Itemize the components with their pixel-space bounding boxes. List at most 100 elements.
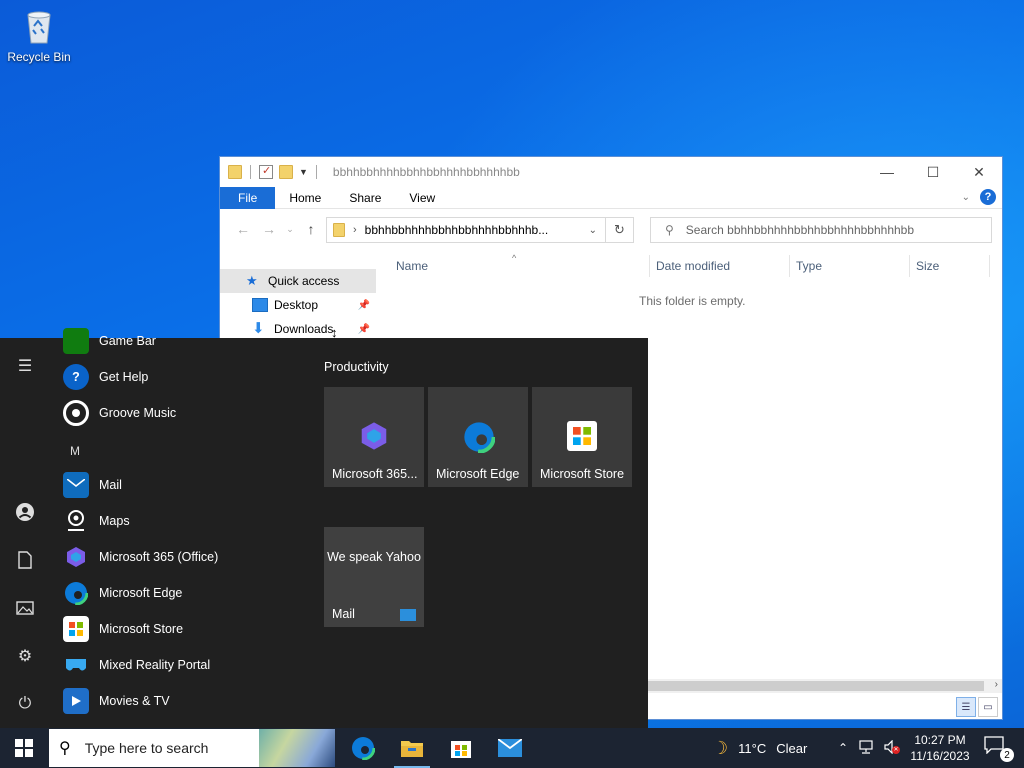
tile-group-title[interactable]: Productivity (324, 360, 389, 374)
nav-label: Desktop (274, 298, 319, 312)
help-icon[interactable]: ? (980, 189, 996, 205)
folder-search-placeholder: Search bbhhbbhhhhbbhhbbhhhhbbhhhhbb (685, 223, 915, 237)
forward-arrow-icon[interactable]: → (256, 221, 282, 237)
up-arrow-icon[interactable]: ↑ (298, 221, 324, 237)
list-item-mail[interactable]: Mail (60, 467, 122, 503)
app-label: Get Help (99, 370, 149, 384)
taskbar-file-explorer[interactable] (388, 728, 436, 768)
list-item-groove-music[interactable]: Groove Music (60, 395, 176, 431)
app-label: Microsoft Store (99, 622, 184, 636)
weather-temperature: 11°C (738, 740, 767, 756)
new-folder-icon[interactable] (279, 165, 293, 179)
app-label: Microsoft Edge (99, 586, 183, 600)
recycle-bin-label: Recycle Bin (7, 50, 71, 64)
nav-item-desktop[interactable]: Desktop 📌 (220, 293, 376, 317)
refresh-button[interactable]: ↻ (606, 217, 634, 243)
search-highlight-image (259, 729, 335, 767)
column-date-modified[interactable]: Date modified (650, 255, 790, 277)
maximize-button[interactable]: ☐ (910, 157, 956, 187)
folder-search-input[interactable]: ⚲ Search bbhhbbhhhhbbhhbbhhhhbbhhhhbb (650, 217, 992, 243)
tab-view[interactable]: View (395, 187, 449, 209)
edge-icon (462, 420, 496, 454)
notification-center-button[interactable]: 2 (984, 736, 1014, 762)
taskbar-mail[interactable] (486, 728, 534, 768)
start-button[interactable] (0, 728, 48, 768)
tile-microsoft-store[interactable]: Microsoft Store (532, 387, 632, 487)
tab-home[interactable]: Home (275, 187, 335, 209)
mail-icon (400, 609, 416, 621)
pictures-icon[interactable] (13, 596, 37, 620)
tile-microsoft-edge[interactable]: Microsoft Edge (428, 387, 528, 487)
back-arrow-icon[interactable]: ← (230, 221, 256, 237)
recent-locations-icon[interactable]: ⌄ (282, 224, 298, 235)
list-item-game-bar[interactable]: Game Bar (60, 323, 156, 359)
app-label: Maps (99, 514, 130, 528)
recycle-bin-shortcut[interactable]: Recycle Bin (4, 6, 74, 64)
download-arrow-icon: ⬇ (252, 320, 265, 337)
minimize-button[interactable]: — (864, 157, 910, 187)
power-icon[interactable]: ⏻ (13, 692, 37, 716)
column-name-label: Name (396, 259, 429, 273)
column-size[interactable]: Size (910, 255, 990, 277)
start-menu: ☰ ⚙ ⏻ Game Bar ? Get Help Groove Music M (0, 328, 648, 728)
expand-ribbon-icon[interactable]: ⌄ (962, 192, 970, 203)
list-item-movies-tv[interactable]: Movies & TV (60, 683, 170, 719)
hamburger-menu-icon[interactable]: ☰ (13, 354, 37, 378)
taskbar-edge[interactable] (339, 728, 387, 768)
start-rail: ☰ ⚙ ⏻ (0, 338, 50, 728)
taskbar-search-input[interactable]: ⚲ Type here to search (49, 729, 335, 767)
address-bar[interactable]: › bbhhbbhhhhbbhhbbhhhhbbhhhb... ⌄ (326, 217, 606, 243)
properties-icon[interactable] (259, 164, 273, 179)
volume-muted-icon[interactable]: ✕ (884, 739, 901, 757)
documents-icon[interactable] (13, 548, 37, 572)
ribbon-tabs: File Home Share View ⌄ ? (220, 186, 1002, 209)
pin-icon: 📌 (357, 299, 370, 311)
office-icon (359, 421, 389, 451)
show-hidden-icons-icon[interactable]: ⌃ (838, 741, 848, 755)
clock[interactable]: 10:27 PM 11/16/2023 (906, 732, 974, 764)
column-name[interactable]: Name ^ (390, 253, 650, 277)
scrollbar-thumb[interactable] (648, 681, 984, 691)
window-title: bbhhbbhhhhbbhhbbhhhhbbhhhhbb (332, 165, 520, 179)
address-dropdown-icon[interactable]: ⌄ (589, 225, 597, 236)
list-item-microsoft-edge[interactable]: Microsoft Edge (60, 575, 182, 611)
scroll-right-icon[interactable]: › (995, 679, 998, 690)
settings-gear-icon[interactable]: ⚙ (13, 644, 37, 668)
horizontal-scrollbar[interactable]: › (648, 679, 1002, 693)
sort-arrow-icon: ^ (512, 253, 517, 263)
breadcrumb-chevron-icon[interactable]: › (353, 224, 357, 236)
tile-microsoft-365[interactable]: Microsoft 365... (324, 387, 424, 487)
weather-widget[interactable]: ☽ 11°C Clear (712, 728, 807, 768)
large-icons-view-button[interactable]: ▭ (978, 697, 998, 717)
navigation-bar: ← → ⌄ ↑ › bbhhbbhhhhbbhhbbhhhhbbhhhb... … (220, 209, 1002, 249)
list-item-microsoft-store[interactable]: Microsoft Store (60, 611, 183, 647)
nav-item-quick-access[interactable]: ★ Quick access (220, 269, 376, 293)
mail-icon (498, 739, 522, 757)
column-headers: Name ^ Date modified Type Size (390, 253, 994, 277)
alphabet-header-m[interactable]: M (70, 444, 80, 458)
list-item-microsoft-365[interactable]: Microsoft 365 (Office) (60, 539, 218, 575)
list-item-mixed-reality-portal[interactable]: Mixed Reality Portal (60, 647, 210, 683)
column-type-label: Type (796, 259, 823, 273)
clock-date: 11/16/2023 (910, 749, 970, 763)
file-explorer-icon (401, 741, 423, 757)
user-account-icon[interactable] (13, 500, 37, 524)
quick-access-dropdown-icon[interactable]: ▼ (299, 167, 308, 177)
address-path: bbhhbbhhhhbbhhbbhhhhbbhhhb... (364, 223, 549, 237)
empty-folder-message: This folder is empty. (639, 294, 746, 308)
edge-icon (63, 580, 89, 606)
column-type[interactable]: Type (790, 255, 910, 277)
close-button[interactable]: ✕ (956, 157, 1002, 187)
star-icon: ★ (246, 273, 258, 288)
divider (250, 165, 251, 179)
taskbar-store[interactable] (437, 728, 485, 768)
list-item-maps[interactable]: Maps (60, 503, 130, 539)
tab-file[interactable]: File (220, 186, 276, 209)
list-item-get-help[interactable]: ? Get Help (60, 359, 148, 395)
tab-share[interactable]: Share (335, 187, 395, 209)
details-view-button[interactable]: ☰ (956, 697, 976, 717)
tile-mail[interactable]: We speak Yahoo Mail (324, 527, 424, 627)
network-icon[interactable] (858, 739, 874, 757)
moon-icon: ☽ (712, 737, 729, 758)
system-tray: ⌃ ✕ (838, 728, 901, 768)
